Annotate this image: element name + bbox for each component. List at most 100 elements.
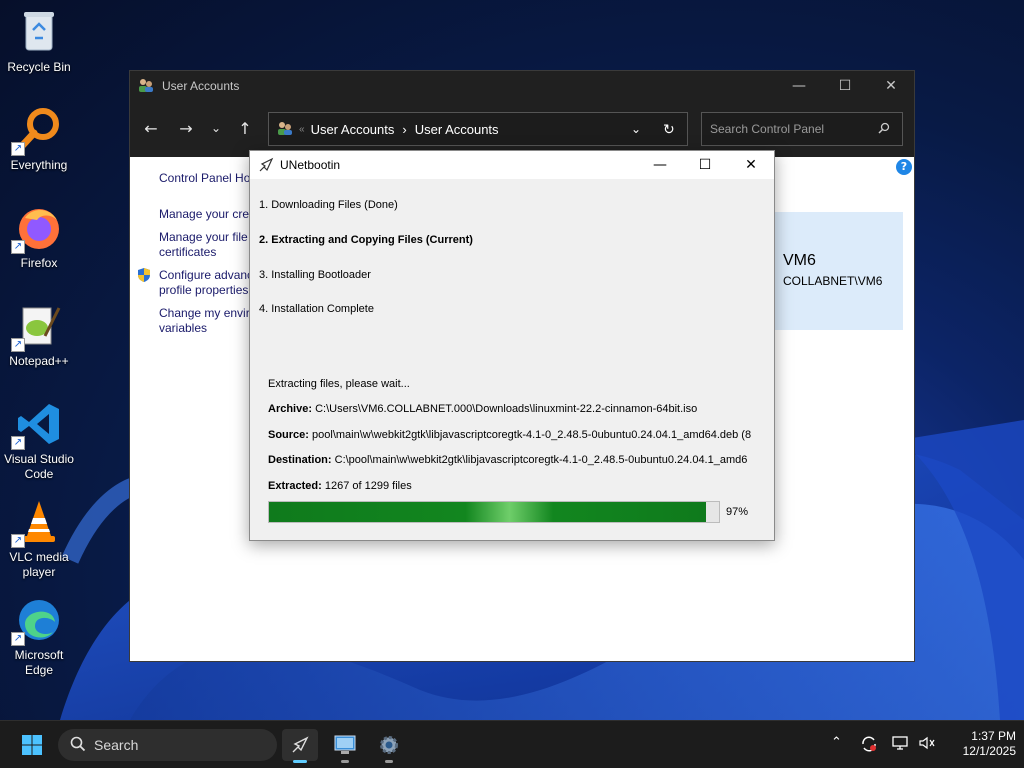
status-text: Extracting files, please wait... <box>268 378 410 390</box>
desktop-icon-label: Firefox <box>20 256 58 270</box>
desktop-icon-recycle-bin[interactable]: Recycle Bin <box>2 8 76 75</box>
search-icon[interactable] <box>878 122 890 137</box>
maximize-button[interactable]: ☐ <box>822 71 868 101</box>
step-installing-bootloader: 3. Installing Bootloader <box>259 269 371 281</box>
minimize-button[interactable]: — <box>637 151 683 179</box>
extraction-progress-bar <box>268 501 720 523</box>
back-arrow-icon[interactable]: ← <box>140 119 162 138</box>
breadcrumb-item[interactable]: User Accounts <box>311 122 395 137</box>
overflow-chevron-icon[interactable]: « <box>299 124 305 135</box>
desktop-icon-label: Notepad++ <box>9 354 69 368</box>
everything-search-icon: ↗ <box>11 106 63 156</box>
sync-status-icon[interactable] <box>860 735 878 757</box>
unetbootin-titlebar[interactable]: UNetbootin — ☐ ✕ <box>250 151 774 179</box>
destination-value: C:\pool\main\w\webkit2gtk\libjavascriptc… <box>334 454 748 466</box>
source-line: Source: pool\main\w\webkit2gtk\libjavasc… <box>268 429 768 441</box>
source-label: Source: <box>268 429 309 441</box>
network-icon[interactable] <box>891 735 909 755</box>
taskbar-app-control-panel[interactable] <box>327 729 363 763</box>
windows-logo-icon <box>22 735 42 755</box>
vscode-icon: ↗ <box>11 400 63 450</box>
progress-percent: 97% <box>726 506 749 518</box>
user-accounts-icon <box>138 77 154 96</box>
unetbootin-app-icon <box>258 157 274 176</box>
progress-fill <box>269 502 706 522</box>
running-indicator <box>385 760 393 763</box>
shortcut-arrow-icon: ↗ <box>11 436 25 450</box>
desktop-icon-label: Visual Studio Code <box>4 452 74 481</box>
shortcut-arrow-icon: ↗ <box>11 240 25 254</box>
taskbar-app-unetbootin[interactable] <box>282 729 318 763</box>
up-arrow-icon[interactable]: ↑ <box>234 119 256 138</box>
control-panel-titlebar[interactable]: User Accounts — ☐ ✕ <box>130 71 914 101</box>
help-icon[interactable]: ? <box>896 159 912 175</box>
desktop-icon-vscode[interactable]: ↗ Visual Studio Code <box>2 400 76 482</box>
extracted-value: 1267 of 1299 files <box>324 480 412 492</box>
navigation-bar: ← → ⌄ ↑ « User Accounts › User Accounts … <box>130 101 914 157</box>
shortcut-arrow-icon: ↗ <box>11 338 25 352</box>
desktop-icon-label: VLC media player <box>9 550 69 579</box>
active-indicator <box>293 760 307 763</box>
desktop-icon-notepadpp[interactable]: ↗ Notepad++ <box>2 302 76 369</box>
configure-advanced-profile-link[interactable]: Configure advanc <box>159 268 253 283</box>
manage-credentials-link[interactable]: Manage your cre <box>159 207 249 222</box>
taskbar: Search ⌃ 1:37 PM 12/1/2025 <box>0 720 1024 768</box>
source-value: pool\main\w\webkit2gtk\libjavascriptcore… <box>312 429 752 441</box>
desktop-icon-label: Recycle Bin <box>7 60 71 74</box>
edge-icon: ↗ <box>11 596 63 646</box>
uac-shield-icon <box>137 267 151 286</box>
close-button[interactable]: ✕ <box>868 71 914 101</box>
step-downloading: 1. Downloading Files (Done) <box>259 199 398 211</box>
dialog-title: UNetbootin <box>280 158 341 172</box>
desktop-icon-vlc[interactable]: ↗ VLC media player <box>2 498 76 580</box>
running-indicator <box>341 760 349 763</box>
shortcut-arrow-icon: ↗ <box>11 632 25 646</box>
start-button[interactable] <box>14 729 50 761</box>
desktop-icon-firefox[interactable]: ↗ Firefox <box>2 204 76 271</box>
notepad-plus-plus-icon: ↗ <box>11 302 63 352</box>
manage-file-encryption-link[interactable]: Manage your file <box>159 230 248 245</box>
show-hidden-icons-chevron-icon[interactable]: ⌃ <box>831 735 842 750</box>
configure-advanced-profile-link-line2[interactable]: profile properties <box>159 283 248 298</box>
forward-arrow-icon[interactable]: → <box>175 119 197 138</box>
user-accounts-icon <box>277 120 293 139</box>
destination-label: Destination: <box>268 454 332 466</box>
step-extracting-current: 2. Extracting and Copying Files (Current… <box>259 234 473 246</box>
desktop-icon-everything[interactable]: ↗ Everything <box>2 106 76 173</box>
refresh-icon[interactable]: ↻ <box>663 121 675 138</box>
maximize-button[interactable]: ☐ <box>682 151 728 179</box>
extracted-line: Extracted: 1267 of 1299 files <box>268 480 768 492</box>
change-environment-variables-link[interactable]: Change my envir <box>159 306 250 321</box>
archive-line: Archive: C:\Users\VM6.COLLABNET.000\Down… <box>268 403 768 415</box>
minimize-button[interactable]: — <box>776 71 822 101</box>
recent-locations-chevron-icon[interactable]: ⌄ <box>205 121 227 135</box>
recycle-bin-icon <box>15 8 63 56</box>
settings-gear-icon <box>380 736 398 754</box>
search-placeholder: Search Control Panel <box>710 122 825 136</box>
user-account-panel: VM6 COLLABNET\VM6 <box>773 212 903 330</box>
breadcrumb-item[interactable]: User Accounts <box>415 122 499 137</box>
taskbar-clock[interactable]: 1:37 PM 12/1/2025 <box>963 729 1016 759</box>
address-bar[interactable]: « User Accounts › User Accounts ⌄ ↻ <box>268 112 688 146</box>
address-dropdown-icon[interactable]: ⌄ <box>631 122 641 136</box>
search-label: Search <box>94 737 139 753</box>
search-control-panel-input[interactable]: Search Control Panel <box>701 112 903 146</box>
desktop-icon-edge[interactable]: ↗ Microsoft Edge <box>2 596 76 678</box>
close-button[interactable]: ✕ <box>728 151 774 179</box>
user-account-domain: COLLABNET\VM6 <box>783 274 883 288</box>
search-icon <box>70 736 86 755</box>
firefox-icon: ↗ <box>11 204 63 254</box>
clock-time: 1:37 PM <box>971 729 1016 743</box>
manage-file-encryption-link-line2[interactable]: certificates <box>159 245 216 260</box>
extracted-label: Extracted: <box>268 480 322 492</box>
taskbar-app-settings[interactable] <box>371 729 407 763</box>
shortcut-arrow-icon: ↗ <box>11 534 25 548</box>
unetbootin-app-icon <box>292 736 309 753</box>
clock-date: 12/1/2025 <box>962 744 1016 758</box>
desktop-icon-label: Microsoft Edge <box>14 648 64 677</box>
volume-muted-icon[interactable] <box>918 735 936 755</box>
shortcut-arrow-icon: ↗ <box>11 142 25 156</box>
control-panel-home-link[interactable]: Control Panel Ho <box>159 171 250 186</box>
change-environment-variables-link-line2[interactable]: variables <box>159 321 207 336</box>
taskbar-search-box[interactable]: Search <box>58 729 277 761</box>
